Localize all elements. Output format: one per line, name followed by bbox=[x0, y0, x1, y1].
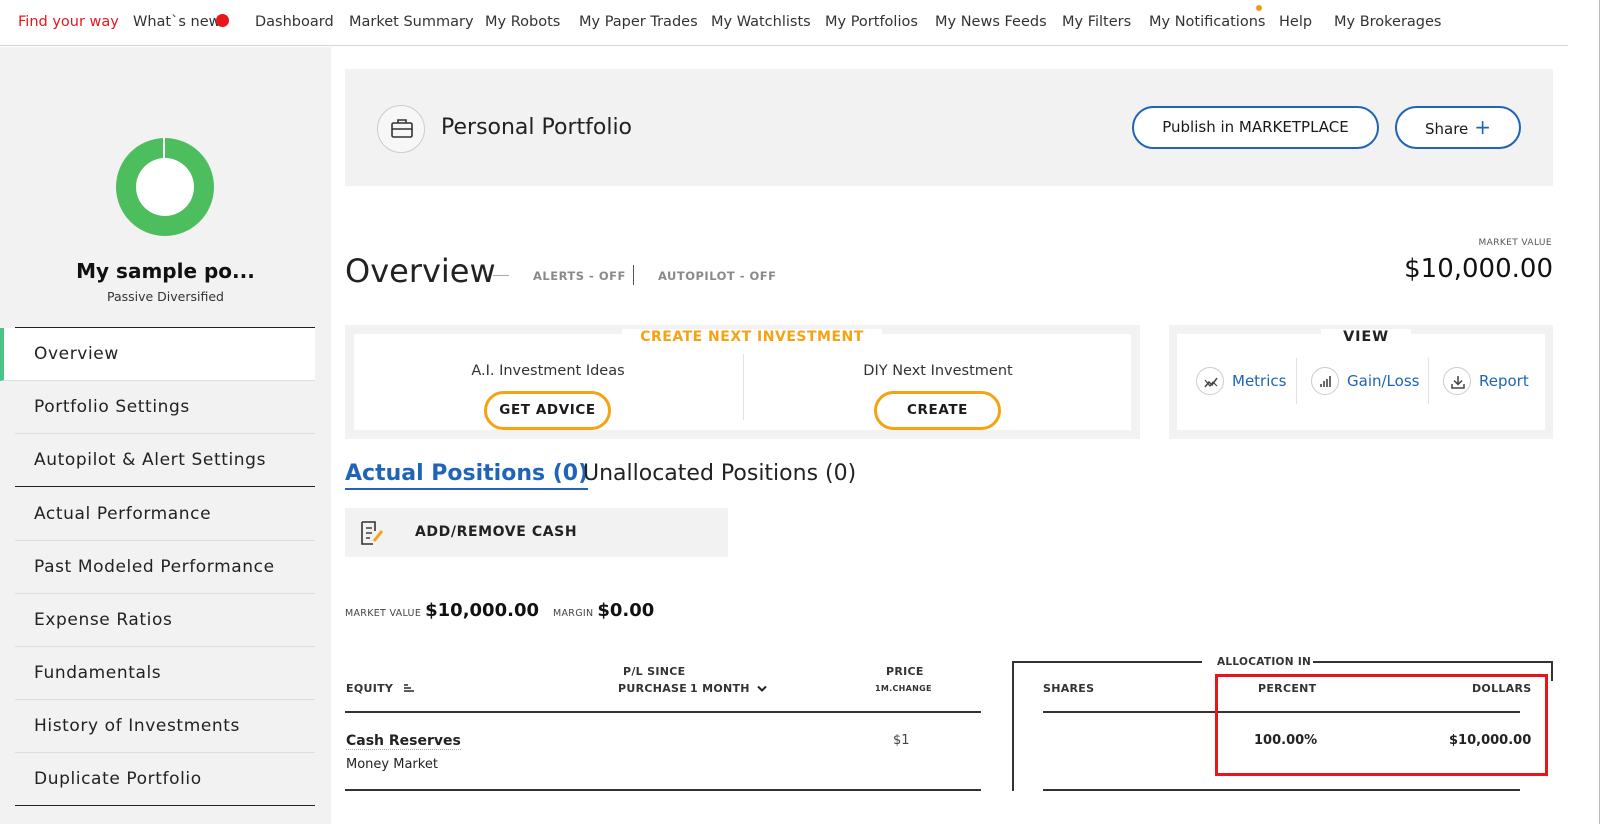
download-icon bbox=[1443, 366, 1471, 395]
nav-my-watchlists[interactable]: My Watchlists bbox=[711, 14, 811, 30]
tab-unallocated-positions[interactable]: Unallocated Positions (0) bbox=[583, 461, 856, 486]
report-label: Report bbox=[1479, 372, 1529, 390]
equity-header-label: EQUITY bbox=[346, 682, 394, 695]
metrics-label: Metrics bbox=[1232, 372, 1287, 390]
get-advice-button[interactable]: GET ADVICE bbox=[484, 391, 611, 430]
create-next-investment-panel: CREATE NEXT INVESTMENT A.I. Investment I… bbox=[345, 325, 1140, 439]
allocation-in-header: ALLOCATION IN bbox=[1217, 656, 1312, 668]
nav-my-notifications[interactable]: My Notifications bbox=[1149, 14, 1265, 30]
allocation-frame bbox=[1313, 661, 1553, 663]
view-title: VIEW bbox=[1321, 329, 1411, 345]
position-name[interactable]: Cash Reserves bbox=[346, 733, 461, 750]
market-value-label: MARKET VALUE bbox=[1478, 238, 1552, 248]
publish-marketplace-button[interactable]: Publish in MARKETPLACE bbox=[1132, 106, 1379, 149]
add-remove-cash-label: ADD/REMOVE CASH bbox=[415, 524, 578, 540]
chevron-down-icon bbox=[757, 683, 767, 696]
share-button-label: Share bbox=[1424, 120, 1469, 138]
period-label: 1 MONTH bbox=[690, 682, 750, 695]
view-separator bbox=[1296, 358, 1297, 404]
sort-icon[interactable] bbox=[403, 683, 415, 696]
nav-whats-new[interactable]: What`s new bbox=[133, 14, 220, 30]
nav-dashboard[interactable]: Dashboard bbox=[255, 14, 334, 30]
summary-margin-label: MARGIN bbox=[553, 608, 594, 619]
gain-loss-link[interactable]: Gain/Loss bbox=[1311, 366, 1419, 396]
sidebar-item-autopilot-alert-settings[interactable]: Autopilot & Alert Settings bbox=[15, 434, 315, 487]
allocation-frame bbox=[1551, 661, 1553, 681]
nav-my-brokerages[interactable]: My Brokerages bbox=[1334, 14, 1442, 30]
position-type: Money Market bbox=[346, 757, 438, 772]
top-navigation: Find your way What`s new Dashboard Marke… bbox=[0, 0, 1568, 46]
alerts-status[interactable]: ALERTS - OFF bbox=[533, 269, 626, 283]
sidebar-item-actual-performance[interactable]: Actual Performance bbox=[15, 488, 315, 541]
allocation-donut-chart bbox=[116, 138, 214, 236]
nav-my-robots[interactable]: My Robots bbox=[485, 14, 560, 30]
metrics-link[interactable]: Metrics bbox=[1196, 366, 1286, 396]
report-link[interactable]: Report bbox=[1443, 366, 1529, 396]
nav-my-paper-trades[interactable]: My Paper Trades bbox=[579, 14, 698, 30]
bar-chart-icon bbox=[1311, 366, 1339, 395]
new-indicator-dot bbox=[216, 14, 229, 27]
autopilot-status[interactable]: AUTOPILOT - OFF bbox=[658, 269, 777, 283]
overview-title: Overview bbox=[345, 252, 496, 290]
view-panel: VIEW Metrics Gain/Loss Report bbox=[1169, 325, 1553, 439]
period-dropdown[interactable]: 1 MONTH bbox=[690, 682, 767, 696]
market-value: $10,000.00 bbox=[1404, 254, 1553, 284]
metrics-icon bbox=[1196, 366, 1224, 395]
sidebar-item-history-of-investments[interactable]: History of Investments bbox=[15, 700, 315, 753]
overview-dash bbox=[493, 275, 509, 276]
portfolio-header-card: Personal Portfolio Publish in MARKETPLAC… bbox=[345, 69, 1553, 186]
tab-actual-positions[interactable]: Actual Positions (0) bbox=[345, 461, 589, 490]
publish-button-label: Publish in MARKETPLACE bbox=[1162, 118, 1349, 136]
nav-my-filters[interactable]: My Filters bbox=[1062, 14, 1131, 30]
allocation-row-divider bbox=[1043, 789, 1520, 791]
status-separator bbox=[633, 265, 634, 285]
summary-market-value: $10,000.00 bbox=[425, 600, 539, 621]
share-button[interactable]: Share + bbox=[1395, 106, 1521, 149]
pl-purchase-header: PURCHASE bbox=[618, 682, 688, 695]
sidebar-item-duplicate-portfolio[interactable]: Duplicate Portfolio bbox=[15, 753, 315, 806]
create-button[interactable]: CREATE bbox=[874, 391, 1001, 430]
portfolio-type: Passive Diversified bbox=[106, 289, 224, 304]
panel-divider bbox=[743, 354, 744, 420]
nav-help[interactable]: Help bbox=[1279, 14, 1312, 30]
sidebar-item-overview[interactable]: Overview bbox=[0, 328, 315, 381]
notification-dot bbox=[1256, 5, 1262, 11]
sidebar-item-fundamentals[interactable]: Fundamentals bbox=[15, 647, 315, 700]
allocation-frame bbox=[1012, 661, 1202, 663]
equity-header[interactable]: EQUITY bbox=[346, 682, 415, 696]
view-separator bbox=[1428, 358, 1429, 404]
table-header-divider bbox=[345, 711, 981, 713]
plus-icon: + bbox=[1474, 115, 1492, 139]
create-next-investment-title: CREATE NEXT INVESTMENT bbox=[622, 329, 882, 345]
price-change-header: 1M.CHANGE bbox=[875, 684, 932, 693]
page-title: Personal Portfolio bbox=[441, 115, 633, 140]
portfolio-name: My sample po... bbox=[76, 259, 255, 283]
nav-my-portfolios[interactable]: My Portfolios bbox=[825, 14, 918, 30]
allocation-frame bbox=[1012, 661, 1014, 791]
summary-margin: $0.00 bbox=[597, 600, 655, 621]
price-header: PRICE bbox=[886, 665, 924, 678]
sidebar-item-portfolio-settings[interactable]: Portfolio Settings bbox=[15, 381, 315, 434]
highlight-box bbox=[1215, 674, 1548, 776]
table-row-divider bbox=[345, 789, 981, 791]
edit-document-icon bbox=[359, 519, 385, 547]
add-remove-cash-button[interactable]: ADD/REMOVE CASH bbox=[345, 508, 728, 557]
briefcase-icon bbox=[377, 105, 425, 153]
nav-market-summary[interactable]: Market Summary bbox=[349, 14, 474, 30]
ai-investment-ideas-label: A.I. Investment Ideas bbox=[471, 363, 625, 379]
sidebar-item-past-modeled-performance[interactable]: Past Modeled Performance bbox=[15, 541, 315, 594]
nav-my-news-feeds[interactable]: My News Feeds bbox=[935, 14, 1047, 30]
shares-header: SHARES bbox=[1043, 682, 1095, 695]
donut-start-marker bbox=[163, 138, 165, 158]
nav-find-your-way[interactable]: Find your way bbox=[18, 14, 119, 30]
positions-summary: MARKET VALUE $10,000.00 MARGIN $0.00 bbox=[345, 600, 668, 621]
summary-market-value-label: MARKET VALUE bbox=[345, 608, 422, 619]
position-price: $1 bbox=[893, 733, 910, 748]
gain-loss-label: Gain/Loss bbox=[1347, 372, 1420, 390]
pl-since-header: P/L SINCE bbox=[623, 665, 686, 678]
diy-next-investment-label: DIY Next Investment bbox=[863, 363, 1013, 379]
sidebar-item-expense-ratios[interactable]: Expense Ratios bbox=[15, 594, 315, 647]
